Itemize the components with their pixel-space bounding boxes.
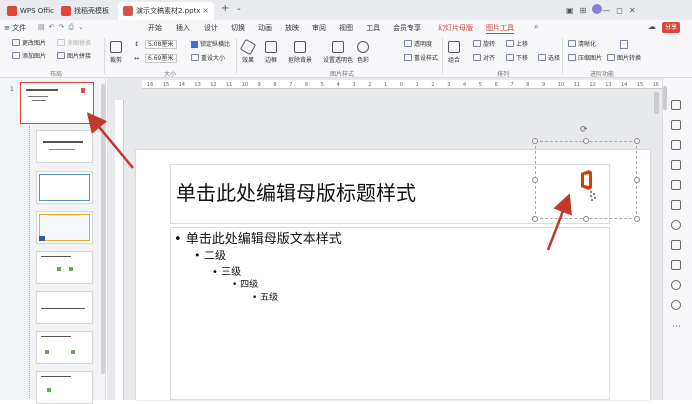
crop-side-icon[interactable] (671, 200, 681, 210)
right-toolbar: ⋯ (662, 78, 692, 400)
more-side-icon[interactable]: ⋯ (672, 322, 681, 332)
effects-side-icon[interactable] (671, 220, 681, 230)
history-icon[interactable] (671, 300, 681, 310)
annotation-arrows (86, 112, 572, 251)
scroll-up-icon[interactable] (663, 86, 667, 110)
help-icon[interactable] (671, 280, 681, 290)
arrow-to-master (86, 112, 134, 169)
layers-icon[interactable] (671, 240, 681, 250)
copy-icon[interactable] (671, 140, 681, 150)
tag-icon[interactable] (671, 260, 681, 270)
adjust-icon[interactable] (671, 100, 681, 110)
brush-icon[interactable] (671, 160, 681, 170)
arrow-to-picture (546, 193, 572, 251)
style-icon[interactable] (671, 120, 681, 130)
image-icon[interactable] (671, 180, 681, 190)
